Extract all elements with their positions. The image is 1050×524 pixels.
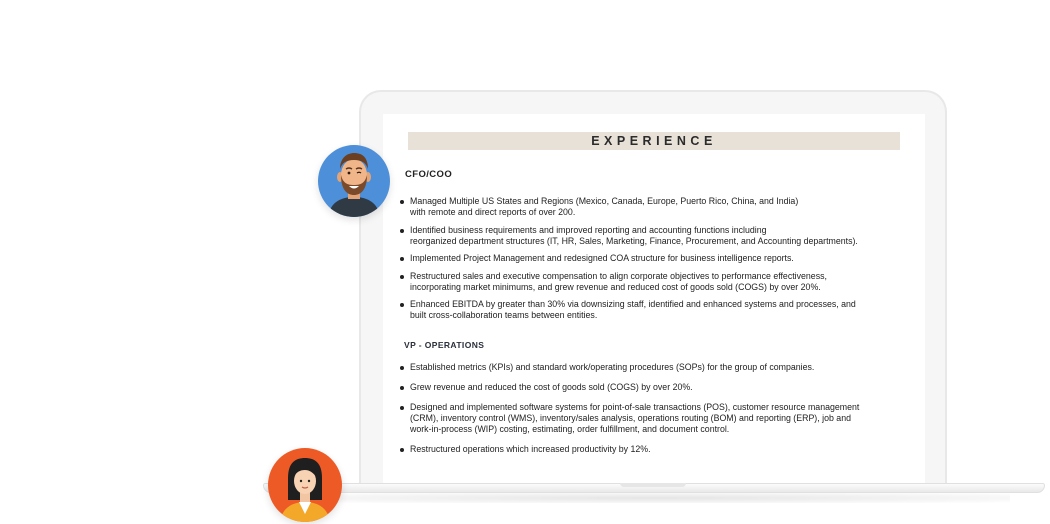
avatar-man	[318, 145, 390, 217]
job-title-vp-operations: VP - OPERATIONS	[404, 340, 485, 350]
bullet-item: Grew revenue and reduced the cost of goo…	[398, 382, 908, 393]
job-bullets-vp-operations: Established metrics (KPIs) and standard …	[398, 362, 908, 464]
woman-avatar-icon	[280, 458, 330, 522]
bullet-item: Managed Multiple US States and Regions (…	[398, 196, 908, 218]
laptop-screen: EXPERIENCE CFO/COO Managed Multiple US S…	[383, 114, 925, 486]
bullet-item: Designed and implemented software system…	[398, 402, 908, 435]
bullet-item: Restructured operations which increased …	[398, 444, 908, 455]
bullet-item: Established metrics (KPIs) and standard …	[398, 362, 908, 373]
avatar-woman	[268, 448, 342, 522]
laptop-notch	[620, 483, 686, 487]
bullet-item: Implemented Project Management and redes…	[398, 253, 908, 264]
laptop-shadow	[300, 493, 1010, 503]
man-avatar-icon	[328, 153, 380, 217]
stage: EXPERIENCE CFO/COO Managed Multiple US S…	[0, 0, 1050, 524]
bullet-item: Identified business requirements and imp…	[398, 225, 908, 247]
bullet-item: Restructured sales and executive compens…	[398, 271, 908, 293]
job-title-cfo-coo: CFO/COO	[405, 169, 453, 180]
job-bullets-cfo-coo: Managed Multiple US States and Regions (…	[398, 196, 908, 328]
section-header-experience: EXPERIENCE	[408, 132, 900, 150]
bullet-item: Enhanced EBITDA by greater than 30% via …	[398, 299, 908, 321]
